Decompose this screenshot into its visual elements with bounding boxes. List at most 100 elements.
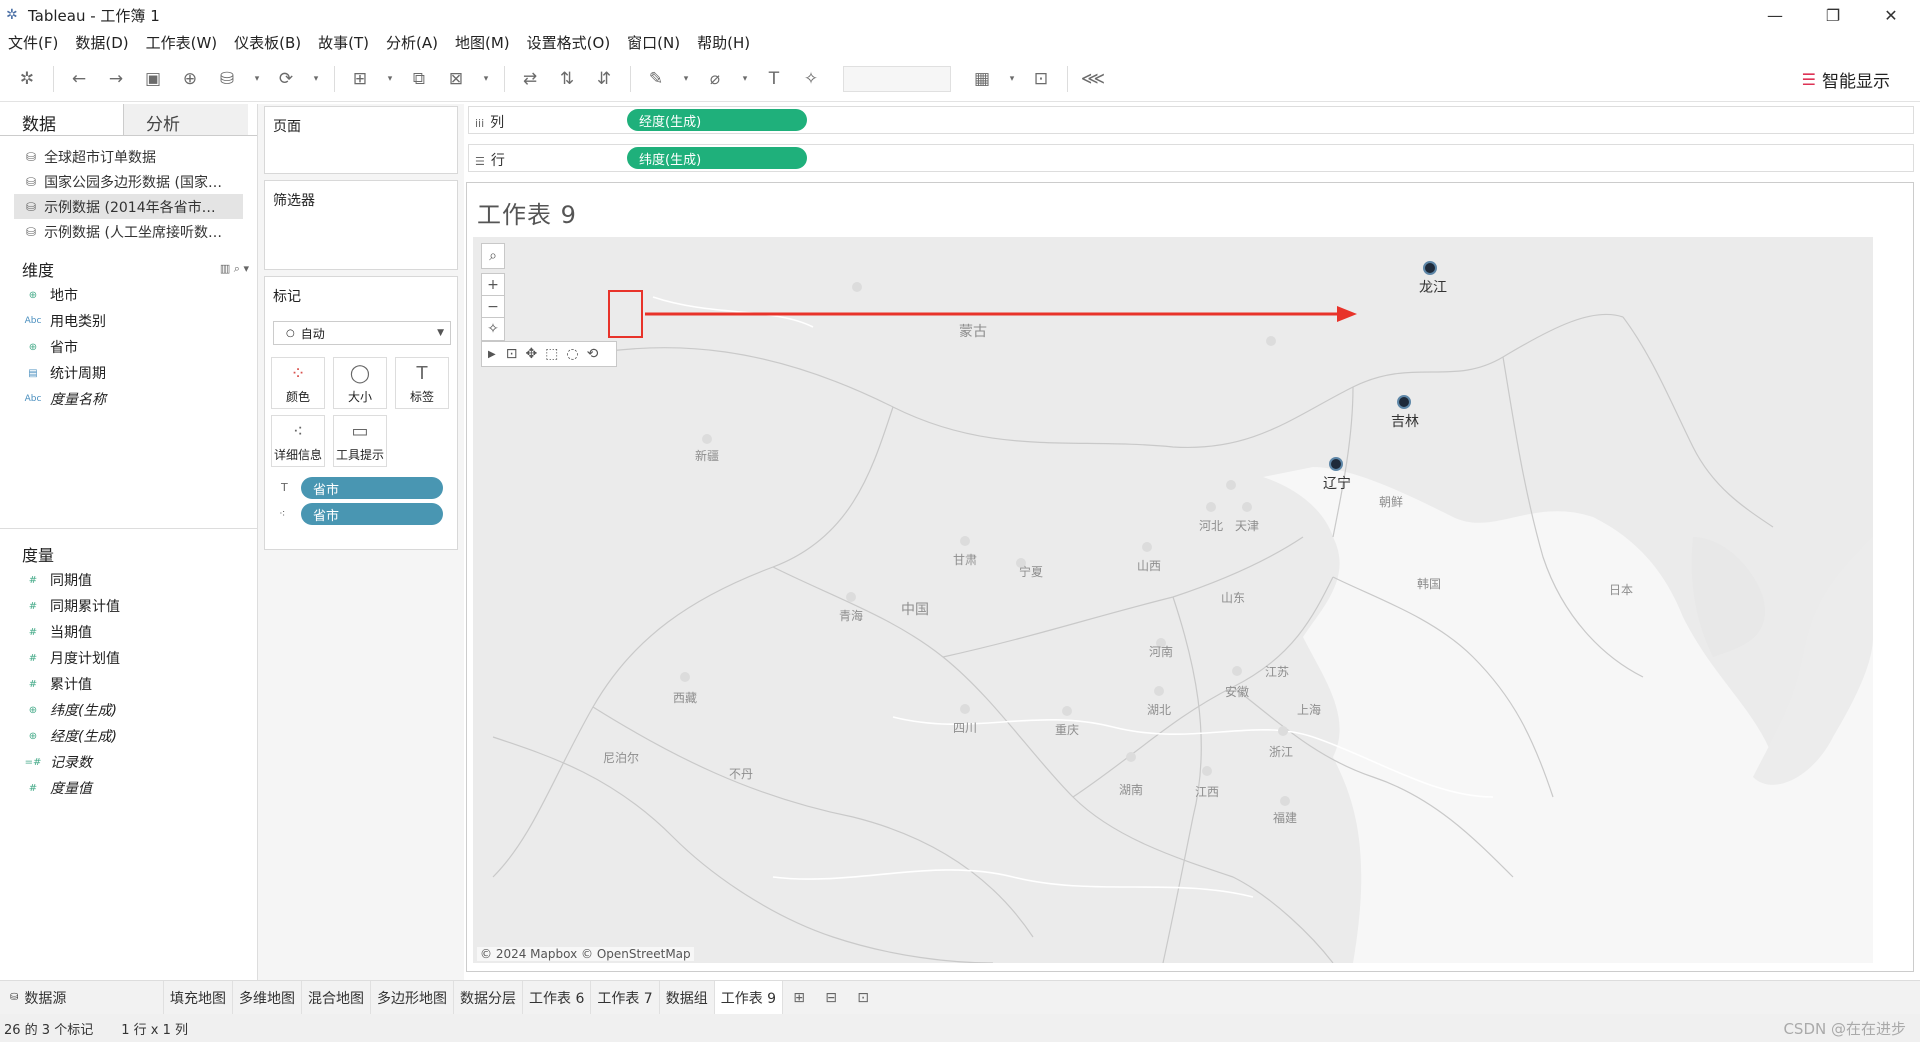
pages-card[interactable]: 页面 <box>264 106 458 174</box>
menu-data[interactable]: 数据(D) <box>75 32 128 53</box>
measure-field[interactable]: # 当期值 <box>0 619 257 645</box>
tooltip-label: 工具提示 <box>335 448 384 462</box>
dropdown-caret-icon[interactable]: ▾ <box>310 66 322 92</box>
color-button[interactable]: ⁘ 颜色 <box>271 357 325 409</box>
menu-file[interactable]: 文件(F) <box>8 32 58 53</box>
new-story-icon[interactable]: ⊡ <box>847 981 879 1015</box>
show-cards-icon[interactable]: ▦ <box>969 66 995 92</box>
tab-sheet[interactable]: 数据组 <box>660 980 715 1015</box>
measure-field[interactable]: # 同期累计值 <box>0 593 257 619</box>
tooltip-button[interactable]: ▭ 工具提示 <box>333 415 387 467</box>
tab-sheet[interactable]: 混合地图 <box>302 980 371 1015</box>
filters-card[interactable]: 筛选器 <box>264 180 458 270</box>
tab-data[interactable]: 数据 <box>0 104 124 135</box>
rows-pill-latitude[interactable]: 纬度(生成) <box>627 147 807 169</box>
fix-axes-icon[interactable]: ✧ <box>798 66 824 92</box>
menu-story[interactable]: 故事(T) <box>318 32 369 53</box>
dropdown-caret-icon[interactable]: ▾ <box>480 66 492 92</box>
measure-field[interactable]: # 度量值 <box>0 775 257 801</box>
menu-analysis[interactable]: 分析(A) <box>386 32 438 53</box>
close-button[interactable]: ✕ <box>1862 0 1920 30</box>
smart-show-button[interactable]: ☰ 智能显示 <box>1802 67 1890 92</box>
sort-ascending-icon[interactable]: ⇅ <box>554 66 580 92</box>
swap-rows-columns-icon[interactable]: ⇄ <box>517 66 543 92</box>
new-worksheet-icon[interactable]: ⊞ <box>347 66 373 92</box>
dimension-field[interactable]: ⊕ 地市 <box>0 282 257 308</box>
columns-shelf-label: iii 列 <box>475 112 504 132</box>
measure-field[interactable]: # 累计值 <box>0 671 257 697</box>
tab-sheet[interactable]: 工作表 7 <box>591 980 660 1015</box>
measures-label: 度量 <box>22 546 55 565</box>
fit-dropdown[interactable] <box>843 65 951 92</box>
measure-field[interactable]: ⊕ 经度(生成) <box>0 723 257 749</box>
group-members-icon[interactable]: ⌀ <box>702 66 728 92</box>
field-label: 纬度(生成) <box>50 703 117 719</box>
title-bar: ✲ Tableau - 工作簿 1 — ❐ ✕ <box>0 0 1920 30</box>
tab-sheet-active[interactable]: 工作表 9 <box>714 980 784 1015</box>
duplicate-sheet-icon[interactable]: ⧉ <box>406 66 432 92</box>
label-icon: T <box>416 363 428 384</box>
tab-sheet[interactable]: 数据分层 <box>454 980 523 1015</box>
columns-pill-longitude[interactable]: 经度(生成) <box>627 109 807 131</box>
datasource-item[interactable]: ⛁ 全球超市订单数据 <box>0 144 257 169</box>
mark-pill-detail[interactable]: 省市 <box>301 503 443 525</box>
clear-sheet-icon[interactable]: ⊠ <box>443 66 469 92</box>
tab-sheet[interactable]: 多边形地图 <box>371 980 454 1015</box>
dimension-field[interactable]: ⊕ 省市 <box>0 334 257 360</box>
menu-dashboard[interactable]: 仪表板(B) <box>234 32 301 53</box>
datasource-item[interactable]: ⛁ 国家公园多边形数据 (国家… <box>0 169 257 194</box>
refresh-icon[interactable]: ⟳ <box>273 66 299 92</box>
undo-icon[interactable]: ← <box>66 66 92 92</box>
menu-map[interactable]: 地图(M) <box>455 32 510 53</box>
size-button[interactable]: ◯ 大小 <box>333 357 387 409</box>
save-icon[interactable]: ▣ <box>140 66 166 92</box>
tab-sheet[interactable]: 多维地图 <box>233 980 302 1015</box>
pane-tools-icon[interactable]: ▥ ⌕ ▾ <box>220 262 249 276</box>
label-button[interactable]: T 标签 <box>395 357 449 409</box>
tab-analysis[interactable]: 分析 <box>124 104 248 135</box>
tab-datasource[interactable]: ⛁ 数据源 <box>0 980 164 1015</box>
dropdown-caret-icon[interactable]: ▾ <box>1006 66 1018 92</box>
tableau-start-icon[interactable]: ✲ <box>14 66 40 92</box>
tab-sheet[interactable]: 填充地图 <box>164 980 233 1015</box>
annotation-arrow-head <box>1337 306 1357 322</box>
tab-sheet[interactable]: 工作表 6 <box>523 980 592 1015</box>
presentation-mode-icon[interactable]: ⊡ <box>1028 66 1054 92</box>
measure-field[interactable]: # 同期值 <box>0 567 257 593</box>
datasource-item[interactable]: ⛁ 示例数据 (人工坐席接听数… <box>0 219 257 244</box>
dimension-field[interactable]: Abc 度量名称 <box>0 386 257 412</box>
label-label: 标签 <box>409 390 434 404</box>
menu-window[interactable]: 窗口(N) <box>627 32 680 53</box>
detail-button[interactable]: ⁖ 详细信息 <box>271 415 325 467</box>
highlight-icon[interactable]: ✎ <box>643 66 669 92</box>
share-icon[interactable]: ⋘ <box>1080 66 1106 92</box>
data-pane: 数据 分析 ⛁ 全球超市订单数据 ⛁ 国家公园多边形数据 (国家… ⛁ 示例数据 (2… <box>0 104 258 980</box>
measure-field[interactable]: # 月度计划值 <box>0 645 257 671</box>
dimension-field[interactable]: ▤ 统计周期 <box>0 360 257 386</box>
menu-format[interactable]: 设置格式(O) <box>527 32 611 53</box>
new-datasource-icon[interactable]: ⊕ <box>177 66 203 92</box>
new-worksheet-icon[interactable]: ⊞ <box>783 981 815 1015</box>
rows-shelf[interactable]: ☰ 行 纬度(生成) <box>468 144 1914 172</box>
pause-updates-icon[interactable]: ⛁ <box>214 66 240 92</box>
dropdown-caret-icon[interactable]: ▾ <box>739 66 751 92</box>
restore-button[interactable]: ❐ <box>1804 0 1862 30</box>
redo-icon[interactable]: → <box>103 66 129 92</box>
menu-worksheet[interactable]: 工作表(W) <box>146 32 218 53</box>
label-mark-icon: T <box>281 481 288 494</box>
sort-descending-icon[interactable]: ⇵ <box>591 66 617 92</box>
new-dashboard-icon[interactable]: ⊟ <box>815 981 847 1015</box>
dropdown-caret-icon[interactable]: ▾ <box>680 66 692 92</box>
mark-pill-label[interactable]: 省市 <box>301 477 443 499</box>
dropdown-caret-icon[interactable]: ▾ <box>384 66 396 92</box>
measure-field[interactable]: =# 记录数 <box>0 749 257 775</box>
menu-help[interactable]: 帮助(H) <box>697 32 750 53</box>
marks-type-dropdown[interactable]: ○ 自动 ▼ <box>273 321 451 345</box>
columns-shelf[interactable]: iii 列 经度(生成) <box>468 106 1914 134</box>
datasource-item-selected[interactable]: ⛁ 示例数据 (2014年各省市… <box>14 194 243 219</box>
show-mark-labels-icon[interactable]: T <box>761 66 787 92</box>
minimize-button[interactable]: — <box>1746 0 1804 30</box>
dropdown-caret-icon[interactable]: ▾ <box>251 66 263 92</box>
dimension-field[interactable]: Abc 用电类别 <box>0 308 257 334</box>
measure-field[interactable]: ⊕ 纬度(生成) <box>0 697 257 723</box>
